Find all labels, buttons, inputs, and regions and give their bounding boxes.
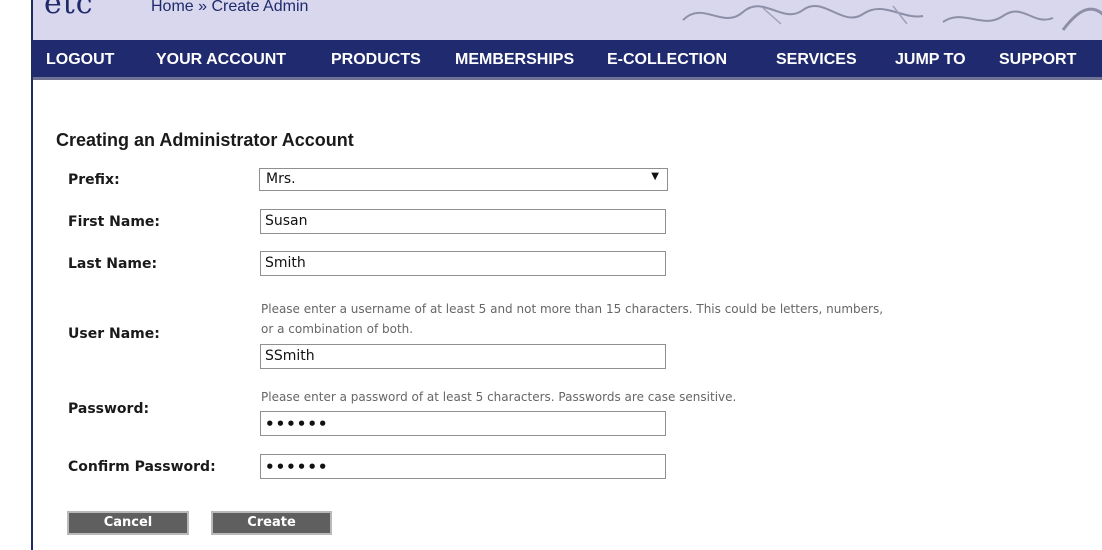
nav-jump-to[interactable]: JUMP TO	[895, 51, 966, 69]
prefix-label: Prefix:	[68, 172, 120, 188]
first-name-input[interactable]: Susan	[260, 209, 666, 234]
username-help-line1: Please enter a username of at least 5 an…	[261, 302, 884, 316]
nav-support[interactable]: SUPPORT	[999, 51, 1076, 69]
signature-decoration	[682, 5, 1102, 31]
nav-memberships[interactable]: MEMBERSHIPS	[455, 51, 574, 69]
prefix-value: Mrs.	[266, 171, 296, 187]
nav-your-account[interactable]: YOUR ACCOUNT	[156, 51, 286, 69]
nav-products[interactable]: PRODUCTS	[331, 51, 421, 69]
page-title: Creating an Administrator Account	[56, 130, 354, 150]
confirm-password-input[interactable]: ••••••	[260, 454, 666, 479]
breadcrumb[interactable]: Home » Create Admin	[151, 0, 308, 16]
dropdown-arrow-icon: ▼	[651, 171, 659, 182]
site-logo[interactable]: etc	[44, 0, 94, 21]
main-nav: LOGOUT YOUR ACCOUNT PRODUCTS MEMBERSHIPS…	[33, 40, 1102, 80]
page-left-border	[31, 0, 33, 550]
cancel-button[interactable]: Cancel	[67, 511, 189, 535]
username-help-line2: or a combination of both.	[261, 322, 414, 336]
username-input[interactable]: SSmith	[260, 344, 666, 369]
password-help: Please enter a password of at least 5 ch…	[261, 390, 737, 404]
confirm-password-label: Confirm Password:	[68, 459, 216, 475]
prefix-select[interactable]: Mrs. ▼	[259, 168, 668, 191]
create-button[interactable]: Create	[211, 511, 332, 535]
last-name-input[interactable]: Smith	[260, 251, 666, 276]
password-input[interactable]: ••••••	[260, 411, 666, 436]
nav-e-collection[interactable]: E-COLLECTION	[607, 51, 727, 69]
password-label: Password:	[68, 401, 150, 417]
first-name-label: First Name:	[68, 214, 161, 230]
nav-services[interactable]: SERVICES	[776, 51, 857, 69]
username-label: User Name:	[68, 326, 160, 342]
site-header: etc Home » Create Admin	[33, 0, 1102, 40]
last-name-label: Last Name:	[68, 256, 158, 272]
nav-logout[interactable]: LOGOUT	[46, 51, 114, 69]
